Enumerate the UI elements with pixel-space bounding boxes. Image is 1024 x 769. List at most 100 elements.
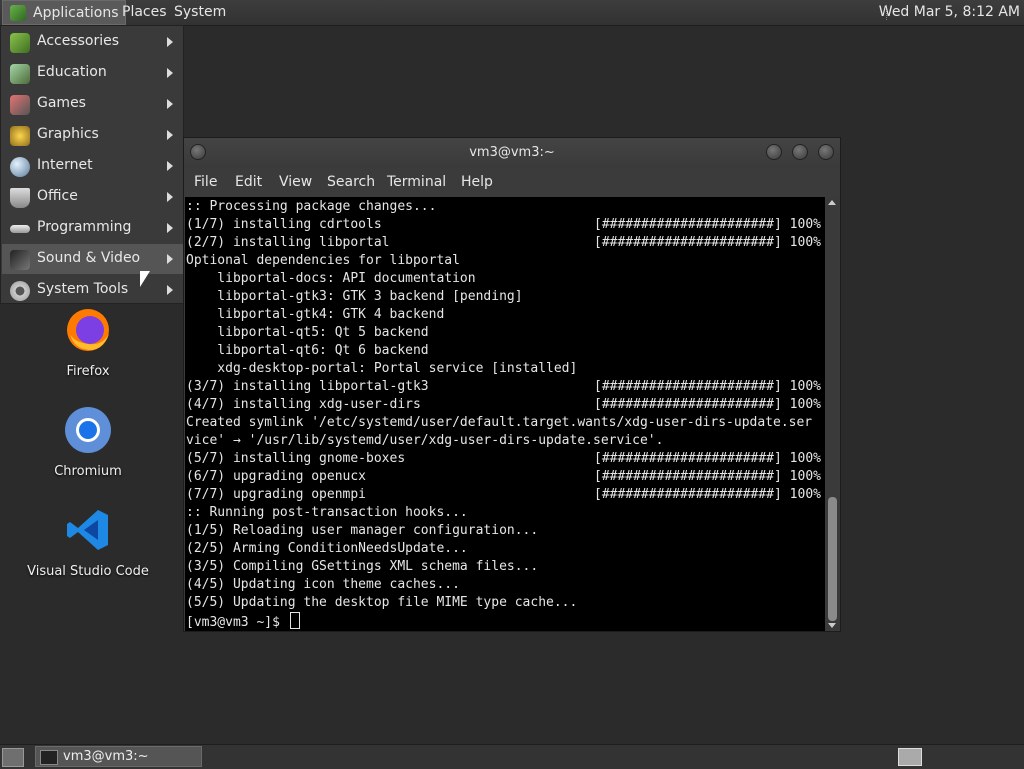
menu-item-label: Graphics (37, 126, 99, 142)
maximize-icon[interactable] (792, 144, 808, 160)
bottom-panel: vm3@vm3:~ (0, 744, 1024, 769)
terminal-menubar: File Edit View Search Terminal Help (184, 168, 840, 196)
workspace-switcher[interactable] (898, 748, 922, 766)
terminal-line: libportal-gtk4: GTK 4 backend (186, 307, 445, 322)
desktop-icon-vscode[interactable]: Visual Studio Code (18, 506, 158, 579)
terminal-line: xdg-desktop-portal: Portal service [inst… (186, 361, 578, 376)
applications-label: Applications (33, 5, 119, 21)
terminal-line: Optional dependencies for libportal (186, 253, 460, 268)
terminal-scrollbar[interactable] (826, 197, 839, 631)
menu-item-label: Internet (37, 157, 93, 173)
show-desktop-icon[interactable] (2, 748, 24, 767)
desktop-icon-label: Visual Studio Code (27, 564, 149, 579)
system-menu-button[interactable]: System (170, 0, 230, 25)
submenu-arrow-icon (167, 68, 173, 78)
close-icon[interactable] (818, 144, 834, 160)
menu-search[interactable]: Search (327, 174, 375, 190)
top-panel: Applications Places System Wed Mar 5, 8:… (0, 0, 1024, 26)
menu-edit[interactable]: Edit (235, 174, 262, 190)
desktop-icon-chromium[interactable]: Chromium (18, 406, 158, 479)
terminal-line: (1/5) Reloading user manager configurati… (186, 523, 539, 538)
submenu-arrow-icon (167, 192, 173, 202)
menu-help[interactable]: Help (461, 174, 493, 190)
terminal-line: (5/7) installing gnome-boxes [###########… (186, 451, 821, 466)
games-icon (10, 95, 30, 115)
applications-menu-button[interactable]: Applications (2, 0, 126, 25)
menu-item-label: Programming (37, 219, 132, 235)
applications-menu: Accessories Education Games Graphics Int… (0, 25, 184, 304)
menu-item-office[interactable]: Office (2, 182, 183, 212)
menu-item-games[interactable]: Games (2, 89, 183, 119)
terminal-line: (5/5) Updating the desktop file MIME typ… (186, 595, 578, 610)
submenu-arrow-icon (167, 223, 173, 233)
mouse-pointer-icon (140, 271, 150, 287)
submenu-arrow-icon (167, 99, 173, 109)
terminal-line: :: Running post-transaction hooks... (186, 505, 468, 520)
menu-item-graphics[interactable]: Graphics (2, 120, 183, 150)
menu-terminal[interactable]: Terminal (387, 174, 446, 190)
chromium-icon (64, 406, 112, 454)
submenu-arrow-icon (167, 285, 173, 295)
internet-icon (10, 157, 30, 177)
taskbar-item-label: vm3@vm3:~ (63, 749, 149, 764)
accessories-icon (10, 33, 30, 53)
clock[interactable]: Wed Mar 5, 8:12 AM (879, 0, 1020, 25)
programming-icon (10, 225, 30, 233)
menu-item-label: Office (37, 188, 78, 204)
text-cursor (289, 612, 300, 629)
office-icon (10, 188, 30, 208)
scroll-down-icon[interactable] (828, 623, 836, 628)
terminal-line: Created symlink '/etc/systemd/user/defau… (186, 415, 813, 430)
system-tools-icon (10, 281, 30, 301)
terminal-window[interactable]: vm3@vm3:~ File Edit View Search Terminal… (183, 137, 841, 632)
menu-item-label: Education (37, 64, 107, 80)
menu-file[interactable]: File (194, 174, 217, 190)
scroll-up-icon[interactable] (828, 200, 836, 205)
desktop-icon-label: Firefox (66, 364, 110, 379)
sound-video-icon (10, 250, 30, 270)
taskbar-item-terminal[interactable]: vm3@vm3:~ (35, 746, 202, 767)
scroll-thumb[interactable] (828, 497, 837, 621)
submenu-arrow-icon (167, 37, 173, 47)
vscode-icon (64, 506, 112, 554)
desktop-icon-firefox[interactable]: Firefox (18, 306, 158, 379)
terminal-prompt[interactable]: [vm3@vm3 ~]$ (186, 612, 300, 630)
menu-item-accessories[interactable]: Accessories (2, 27, 183, 57)
terminal-line: libportal-qt5: Qt 5 backend (186, 325, 429, 340)
applications-logo-icon (10, 5, 26, 21)
window-titlebar[interactable]: vm3@vm3:~ (184, 138, 840, 168)
terminal-line: (3/7) installing libportal-gtk3 [########… (186, 379, 821, 394)
menu-item-label: Sound & Video (37, 250, 141, 266)
menu-item-label: Accessories (37, 33, 120, 49)
terminal-output[interactable]: :: Processing package changes... (1/7) i… (185, 197, 825, 631)
terminal-line: (1/7) installing cdrtools [##############… (186, 217, 821, 232)
terminal-line: (3/5) Compiling GSettings XML schema fil… (186, 559, 539, 574)
menu-item-label: System Tools (37, 281, 129, 297)
menu-view[interactable]: View (279, 174, 312, 190)
menu-item-internet[interactable]: Internet (2, 151, 183, 181)
menu-item-programming[interactable]: Programming (2, 213, 183, 243)
terminal-line: libportal-qt6: Qt 6 backend (186, 343, 429, 358)
terminal-line: (7/7) upgrading openmpi [################… (186, 487, 821, 502)
terminal-line: :: Processing package changes... (186, 199, 437, 214)
submenu-arrow-icon (167, 161, 173, 171)
terminal-line: (2/5) Arming ConditionNeedsUpdate... (186, 541, 468, 556)
menu-item-sound-video[interactable]: Sound & Video (2, 244, 183, 274)
menu-item-education[interactable]: Education (2, 58, 183, 88)
firefox-icon (64, 306, 112, 354)
window-title: vm3@vm3:~ (469, 145, 555, 160)
submenu-arrow-icon (167, 130, 173, 140)
terminal-icon (40, 750, 58, 765)
graphics-icon (10, 126, 30, 146)
minimize-icon[interactable] (766, 144, 782, 160)
terminal-line: (4/5) Updating icon theme caches... (186, 577, 460, 592)
terminal-line: libportal-gtk3: GTK 3 backend [pending] (186, 289, 523, 304)
terminal-line: vice' → '/usr/lib/systemd/user/xdg-user-… (186, 433, 664, 448)
terminal-line: (6/7) upgrading openucx [################… (186, 469, 821, 484)
submenu-arrow-icon (167, 254, 173, 264)
places-menu-button[interactable]: Places (118, 0, 171, 25)
education-icon (10, 64, 30, 84)
terminal-line: libportal-docs: API documentation (186, 271, 476, 286)
menu-item-system-tools[interactable]: System Tools (2, 275, 183, 305)
menu-item-label: Games (37, 95, 86, 111)
